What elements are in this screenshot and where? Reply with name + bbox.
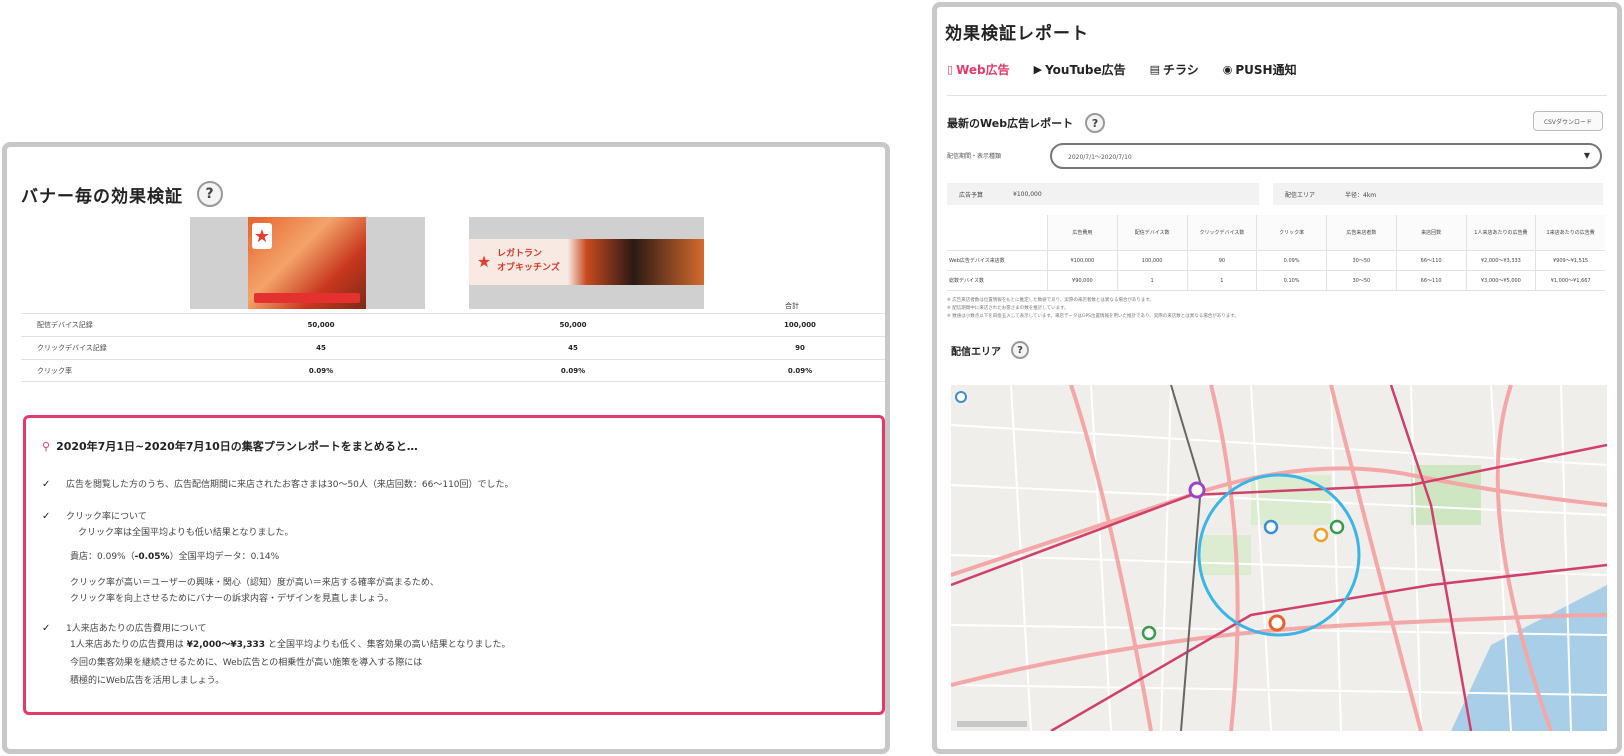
period-label: 配信期間・表示種類 <box>947 153 1002 160</box>
help-icon[interactable]: ? <box>1085 113 1106 133</box>
table-row: クリックデバイス記録 45 45 90 <box>21 336 885 359</box>
youtube-icon: ▶ <box>1033 63 1043 76</box>
report-notes: ※ 広告来店者数は位置情報をもとに推定した数値であり、実際の来店者数とは異なる場… <box>947 298 1239 319</box>
map-pin-icon[interactable] <box>955 391 967 403</box>
map-minor-roads <box>951 385 1607 731</box>
help-icon[interactable]: ? <box>1011 341 1029 359</box>
banner-metrics-table: 配信デバイス記録 50,000 50,000 100,000 クリックデバイス記… <box>21 313 885 382</box>
effect-report-panel: 効果検証レポート ▯ Web広告 ▶ YouTube広告 ▤ チラシ ◉ PUS… <box>932 2 1622 754</box>
banner-b-image: ★ レガトラン オブキッチンズ <box>469 239 704 285</box>
banner-b-text-line2: オブキッチンズ <box>497 263 560 273</box>
map-pin-icon[interactable] <box>1329 519 1345 535</box>
banner-a-image: ★ <box>248 217 366 309</box>
report-tabs: ▯ Web広告 ▶ YouTube広告 ▤ チラシ ◉ PUSH通知 <box>947 61 1297 78</box>
check-icon: ✓ <box>42 479 51 490</box>
check-icon: ✓ <box>42 511 51 522</box>
chevron-down-icon: ▼ <box>1583 151 1590 160</box>
tab-youtube-ad[interactable]: ▶ YouTube広告 <box>1034 61 1126 78</box>
period-select[interactable]: 2020/7/1〜2020/7/10 ▼ <box>1050 143 1602 169</box>
ctr-stat: 貴店：0.09%（-0.05%）全国平均データ：0.14% <box>70 552 280 562</box>
summary-item-visitors: ✓ 広告を閲覧した方のうち、広告配信期間に来店されたお客さまは30〜50人（来店… <box>42 476 514 494</box>
map-pin-icon[interactable] <box>1268 614 1286 632</box>
report-title: 効果検証レポート <box>945 24 1089 44</box>
table-row: 総数デバイス数 ¥90,000 1 1 0.10% 30〜50 66〜110 ¥… <box>947 271 1605 291</box>
tab-web-ad[interactable]: ▯ Web広告 <box>947 61 1010 78</box>
map-canvas <box>951 385 1607 731</box>
area-map-title: 配信エリア ? <box>951 341 1029 359</box>
brand-logo-icon: ★ <box>476 251 492 271</box>
area-info: 配信エリア 半径：4km <box>1273 183 1603 205</box>
banner-effect-title: バナー毎の効果検証 ? <box>21 181 223 207</box>
tabs-divider <box>947 95 1607 96</box>
banner-b-text-line1: レガトラン <box>497 249 543 259</box>
summary-heading: ⚲ 2020年7月1日~2020年7月10日の集客プランレポートをまとめると… <box>42 439 418 454</box>
map-pin-icon: ⚲ <box>42 439 51 453</box>
mobile-icon: ▯ <box>947 63 954 76</box>
map-pin-icon[interactable] <box>1188 481 1206 499</box>
latest-report-heading: 最新のWeb広告レポート ? <box>947 113 1106 133</box>
map-pin-icon[interactable] <box>1141 625 1157 641</box>
map-attribution <box>957 721 1027 727</box>
map-pin-icon[interactable] <box>1313 527 1329 543</box>
summary-box: ⚲ 2020年7月1日~2020年7月10日の集客プランレポートをまとめると… … <box>23 415 885 715</box>
map-pin-icon[interactable] <box>1263 519 1279 535</box>
table-row: Web広告デバイス来店数 ¥100,000 100,000 90 0.09% 3… <box>947 251 1605 271</box>
banner-cta-bar <box>254 293 360 303</box>
banner-effect-panel: バナー毎の効果検証 ? ★ ★ レガトラン オブキッチンズ 合計 配信デバイス記… <box>2 142 890 754</box>
total-column-label: 合計 <box>785 302 799 310</box>
brand-logo-icon: ★ <box>252 223 272 249</box>
csv-download-button[interactable]: CSVダウンロード <box>1533 111 1603 131</box>
table-row: クリック率 0.09% 0.09% 0.09% <box>21 359 885 382</box>
report-table: 広告費用 配信デバイス数 クリックデバイス数 クリック率 広告来店者数 来店回数… <box>947 215 1605 291</box>
table-row: 配信デバイス記録 50,000 50,000 100,000 <box>21 313 885 336</box>
check-icon: ✓ <box>42 623 51 634</box>
map-park <box>1201 535 1251 575</box>
tab-push[interactable]: ◉ PUSH通知 <box>1223 61 1297 78</box>
table-header-row: 広告費用 配信デバイス数 クリックデバイス数 クリック率 広告来店者数 来店回数… <box>947 215 1605 251</box>
help-icon[interactable]: ? <box>197 181 223 207</box>
map-rail-dark <box>1170 385 1203 731</box>
area-map[interactable] <box>951 385 1607 731</box>
push-icon: ◉ <box>1222 63 1233 76</box>
flyer-icon: ▤ <box>1149 63 1160 76</box>
tab-flyer[interactable]: ▤ チラシ <box>1150 61 1199 78</box>
budget-info: 広告予算 ¥100,000 <box>947 183 1259 205</box>
